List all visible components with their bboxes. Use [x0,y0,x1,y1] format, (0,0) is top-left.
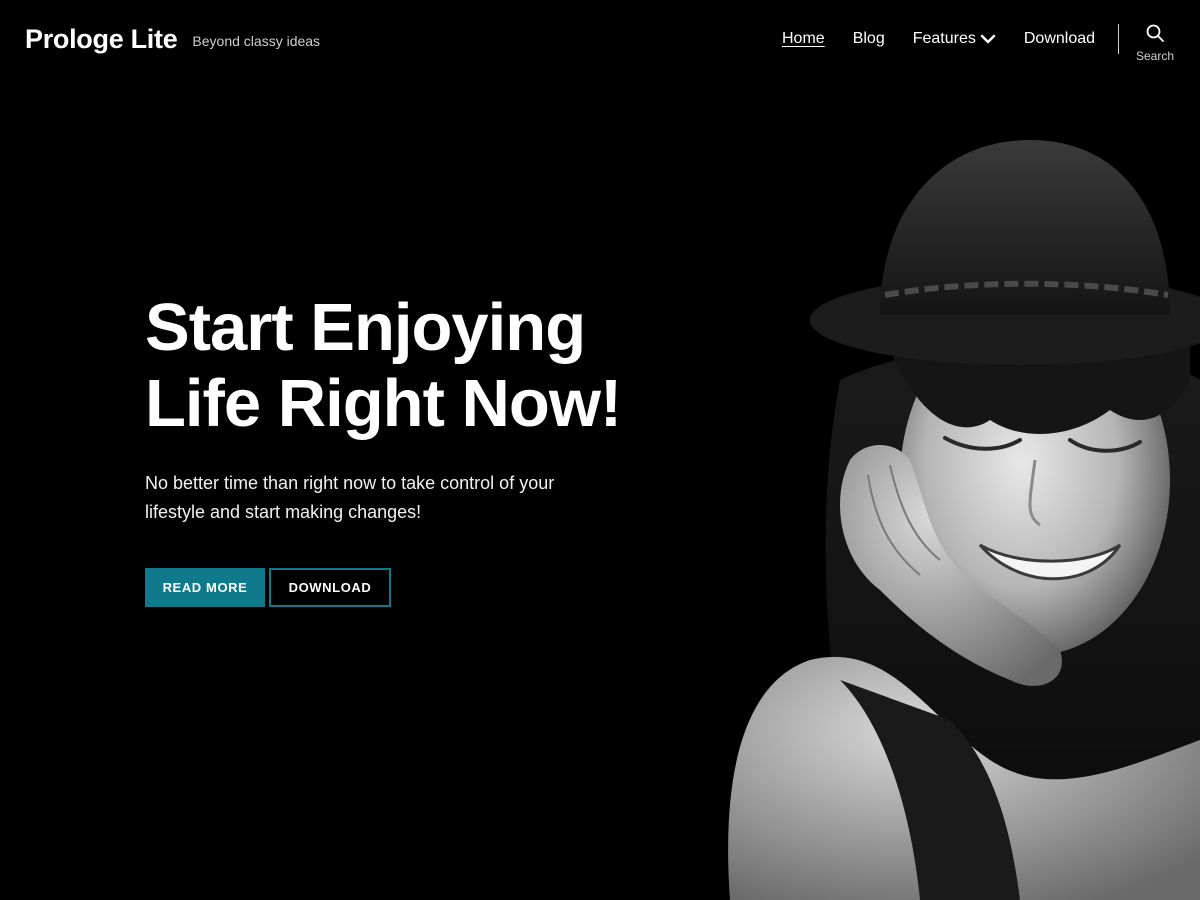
search-label: Search [1135,49,1175,63]
hero-title: Start Enjoying Life Right Now! [145,290,705,442]
branding: Prologe Lite Beyond classy ideas [25,24,320,55]
download-button[interactable]: DOWNLOAD [269,568,391,607]
header-divider [1118,24,1119,54]
nav-item-blog[interactable]: Blog [853,30,885,48]
nav-item-features[interactable]: Features [913,30,996,48]
nav-item-download[interactable]: Download [1024,30,1095,48]
site-title[interactable]: Prologe Lite [25,24,178,55]
search-icon [1146,24,1164,42]
search-toggle[interactable]: Search [1130,23,1180,63]
nav-item-home[interactable]: Home [782,30,825,48]
nav-item-features-label: Features [912,30,976,47]
hero-title-line2: Life Right Now! [145,366,622,441]
page: Prologe Lite Beyond classy ideas Home Bl… [0,0,1200,900]
read-more-button[interactable]: READ MORE [145,568,265,607]
hero-title-line1: Start Enjoying [145,290,586,365]
site-header: Prologe Lite Beyond classy ideas Home Bl… [0,0,1200,80]
hero-image [728,140,1200,900]
site-tagline: Beyond classy ideas [192,33,321,49]
chevron-down-icon[interactable] [980,33,996,45]
primary-menu: Home Blog Features Download [782,30,1123,48]
hero-text: No better time than right now to take co… [145,473,555,522]
